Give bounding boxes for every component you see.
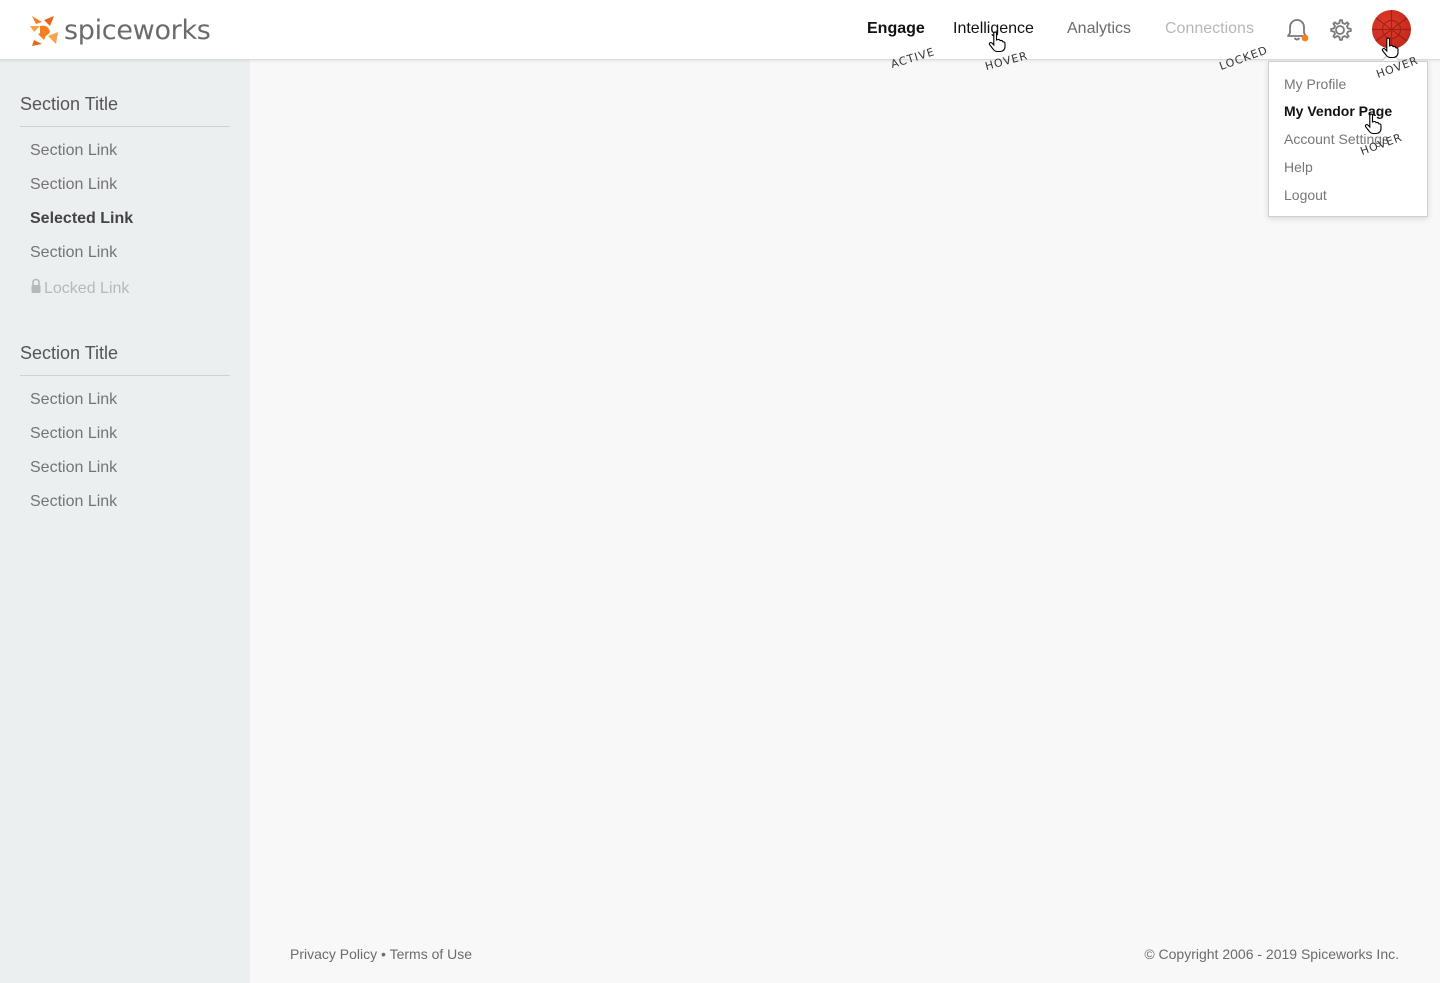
privacy-policy-link[interactable]: Privacy Policy: [290, 946, 377, 962]
hand-cursor-icon: [1364, 113, 1382, 135]
sidebar-link-locked[interactable]: Locked Link: [30, 278, 129, 299]
sidebar-link[interactable]: Section Link: [30, 459, 117, 477]
notification-dot: [1301, 34, 1309, 42]
sidebar-link[interactable]: Section Link: [30, 244, 117, 262]
section-divider: [20, 126, 230, 127]
sidebar: Section Title Section Link Section Link …: [0, 60, 250, 983]
menu-item-my-profile[interactable]: My Profile: [1284, 76, 1346, 92]
notifications-button[interactable]: [1284, 17, 1310, 43]
spiceworks-logo-icon: [30, 16, 58, 46]
footer-links: Privacy Policy • Terms of Use: [290, 946, 472, 962]
sidebar-link[interactable]: Section Link: [30, 425, 117, 443]
section-divider: [20, 375, 230, 376]
settings-button[interactable]: [1327, 17, 1353, 43]
nav-connections[interactable]: Connections: [1165, 20, 1254, 38]
copyright-text: © Copyright 2006 - 2019 Spiceworks Inc.: [1144, 946, 1399, 962]
nav-analytics[interactable]: Analytics: [1067, 20, 1131, 38]
sidebar-section-title: Section Title: [20, 94, 119, 114]
sidebar-link[interactable]: Section Link: [30, 142, 117, 160]
hand-cursor-icon: [1381, 37, 1399, 59]
nav-engage[interactable]: Engage: [867, 20, 925, 38]
menu-item-logout[interactable]: Logout: [1284, 187, 1327, 203]
brand-name: spiceworks: [64, 14, 211, 46]
spiceworks-logo[interactable]: spiceworks: [28, 12, 211, 48]
sidebar-link-label: Locked Link: [44, 280, 130, 297]
gear-icon: [1330, 19, 1352, 41]
terms-of-use-link[interactable]: Terms of Use: [390, 946, 472, 962]
footer-separator: •: [381, 946, 386, 962]
hand-cursor-icon: [988, 31, 1006, 53]
user-menu-dropdown: My Profile My Vendor Page Account Settin…: [1268, 61, 1428, 217]
sidebar-link[interactable]: Section Link: [30, 176, 117, 194]
menu-item-help[interactable]: Help: [1284, 159, 1313, 175]
sidebar-link[interactable]: Section Link: [30, 493, 117, 511]
sidebar-link[interactable]: Section Link: [30, 391, 117, 409]
lock-icon: [30, 278, 42, 299]
sidebar-link-selected[interactable]: Selected Link: [30, 210, 133, 228]
sidebar-section-title: Section Title: [20, 343, 119, 363]
top-navigation-bar: spiceworks Engage Intelligence Analytics…: [0, 0, 1440, 60]
bell-icon: [1287, 19, 1309, 42]
